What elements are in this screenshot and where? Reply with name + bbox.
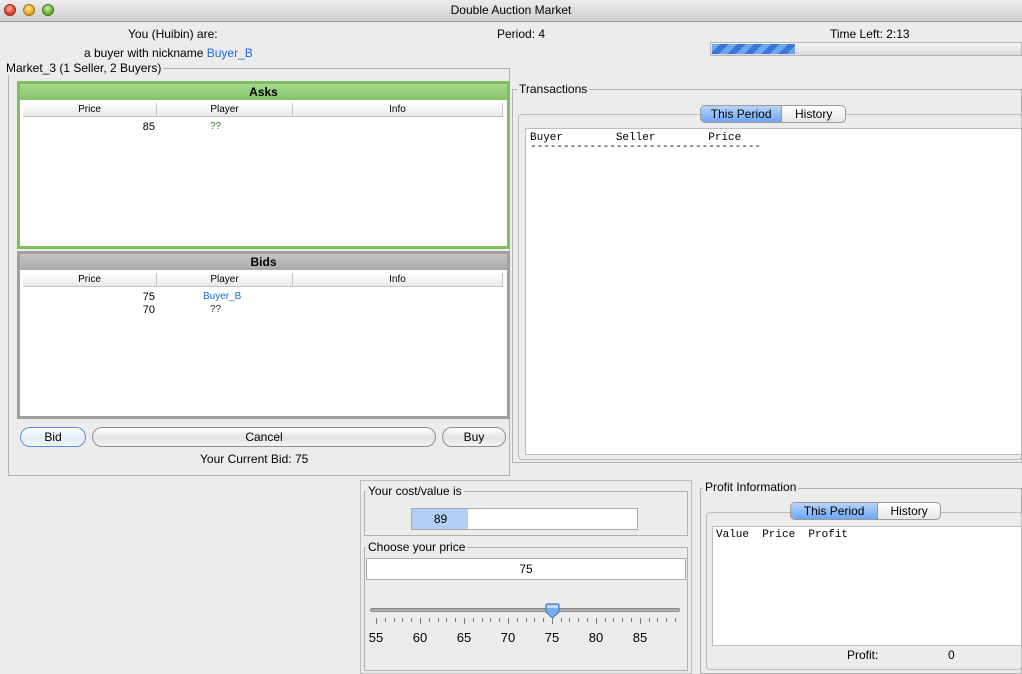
bids-title: Bids (20, 254, 507, 270)
asks-title: Asks (20, 84, 507, 100)
bids-col-price[interactable]: Price (23, 273, 157, 287)
slider-tick (666, 618, 667, 622)
slider-tick (517, 618, 518, 622)
bids-col-player[interactable]: Player (157, 273, 293, 287)
slider-tick (429, 618, 430, 622)
profit-tab-history[interactable]: History (878, 503, 940, 519)
slider-tick (438, 618, 439, 622)
asks-col-price[interactable]: Price (23, 103, 157, 117)
role-prefix: a buyer with nickname (84, 46, 204, 60)
bids-col-info[interactable]: Info (293, 273, 503, 287)
cost-title: Your cost/value is (366, 484, 464, 498)
slider-tick (446, 618, 447, 622)
profit-tabs: This Period History (790, 502, 941, 520)
time-left-label: Time Left: 2:13 (830, 27, 910, 41)
price-input[interactable]: 75 (366, 558, 686, 580)
window-title: Double Auction Market (450, 3, 572, 17)
slider-label: 85 (632, 630, 648, 645)
slider-tick (508, 618, 509, 624)
bid-price: 70 (142, 304, 155, 316)
current-bid-label: Your Current Bid: 75 (200, 452, 309, 466)
you-label: You (Huibin) are: (128, 27, 218, 41)
window-titlebar: Double Auction Market (0, 0, 1022, 22)
cost-value: 89 (433, 512, 448, 526)
asks-table: Asks Price Player Info 85 ?? (17, 81, 510, 249)
price-slider-thumb[interactable] (545, 603, 560, 619)
asks-col-player[interactable]: Player (157, 103, 293, 117)
tab-this-period[interactable]: This Period (701, 106, 783, 122)
slider-tick (640, 618, 641, 624)
slider-tick (526, 618, 527, 622)
slider-label: 70 (500, 630, 516, 645)
slider-tick (675, 618, 676, 622)
buy-button[interactable]: Buy (442, 427, 506, 447)
slider-tick (631, 618, 632, 622)
slider-tick (605, 618, 606, 622)
slider-tick (402, 618, 403, 622)
time-progress-bar (710, 42, 1022, 56)
profit-value: 0 (948, 648, 955, 662)
slider-tick (420, 618, 421, 624)
slider-tick (657, 618, 658, 622)
bid-player: ?? (210, 304, 222, 315)
profit-label: Profit: (847, 648, 879, 662)
slider-tick (543, 618, 544, 622)
slider-tick (613, 618, 614, 622)
ask-price: 85 (142, 121, 155, 133)
slider-tick (482, 618, 483, 622)
slider-tick (490, 618, 491, 622)
nickname: Buyer_B (206, 46, 253, 60)
slider-tick (578, 618, 579, 622)
slider-tick (394, 618, 395, 622)
tab-history[interactable]: History (782, 106, 845, 122)
cost-bar: 89 (411, 508, 638, 530)
slider-tick (561, 618, 562, 622)
transactions-divider: ----------------------------------- (530, 141, 762, 153)
slider-tick (411, 618, 412, 622)
slider-tick (464, 618, 465, 624)
slider-tick (587, 618, 588, 622)
slider-label: 60 (412, 630, 428, 645)
slider-tick (649, 618, 650, 622)
transactions-list[interactable]: Buyer Seller Price ---------------------… (525, 128, 1022, 455)
bid-button[interactable]: Bid (20, 427, 86, 447)
cancel-button[interactable]: Cancel (92, 427, 436, 447)
time-progress-fill (712, 44, 795, 54)
slider-thumb-icon (545, 603, 560, 619)
profit-title: Profit Information (703, 480, 799, 494)
period-label: Period: 4 (497, 27, 546, 41)
transactions-title: Transactions (517, 82, 590, 96)
slider-tick (622, 618, 623, 622)
profit-header: Value Price Profit (716, 529, 849, 541)
transactions-tabs: This Period History (700, 105, 846, 123)
slider-tick (534, 618, 535, 622)
bid-price: 75 (142, 291, 155, 303)
market-title: Market_3 (1 Seller, 2 Buyers) (4, 61, 164, 75)
slider-label: 75 (544, 630, 560, 645)
bids-table: Bids Price Player Info 75 Buyer_B 70 ?? (17, 251, 510, 419)
profit-tab-this-period[interactable]: This Period (791, 503, 879, 519)
price-title: Choose your price (366, 540, 468, 554)
price-slider-track[interactable] (370, 608, 680, 612)
slider-tick (385, 618, 386, 622)
asks-col-info[interactable]: Info (293, 103, 503, 117)
slider-tick (499, 618, 500, 622)
slider-label: 80 (588, 630, 604, 645)
slider-tick (473, 618, 474, 622)
role-line: a buyer with nickname Buyer_B (84, 46, 253, 60)
slider-label: 65 (456, 630, 472, 645)
ask-player: ?? (210, 121, 222, 132)
slider-tick (569, 618, 570, 622)
bid-player: Buyer_B (203, 291, 242, 302)
profit-list[interactable]: Value Price Profit (712, 526, 1022, 646)
slider-tick (455, 618, 456, 622)
slider-tick (376, 618, 377, 624)
slider-tick (596, 618, 597, 624)
slider-label: 55 (368, 630, 384, 645)
